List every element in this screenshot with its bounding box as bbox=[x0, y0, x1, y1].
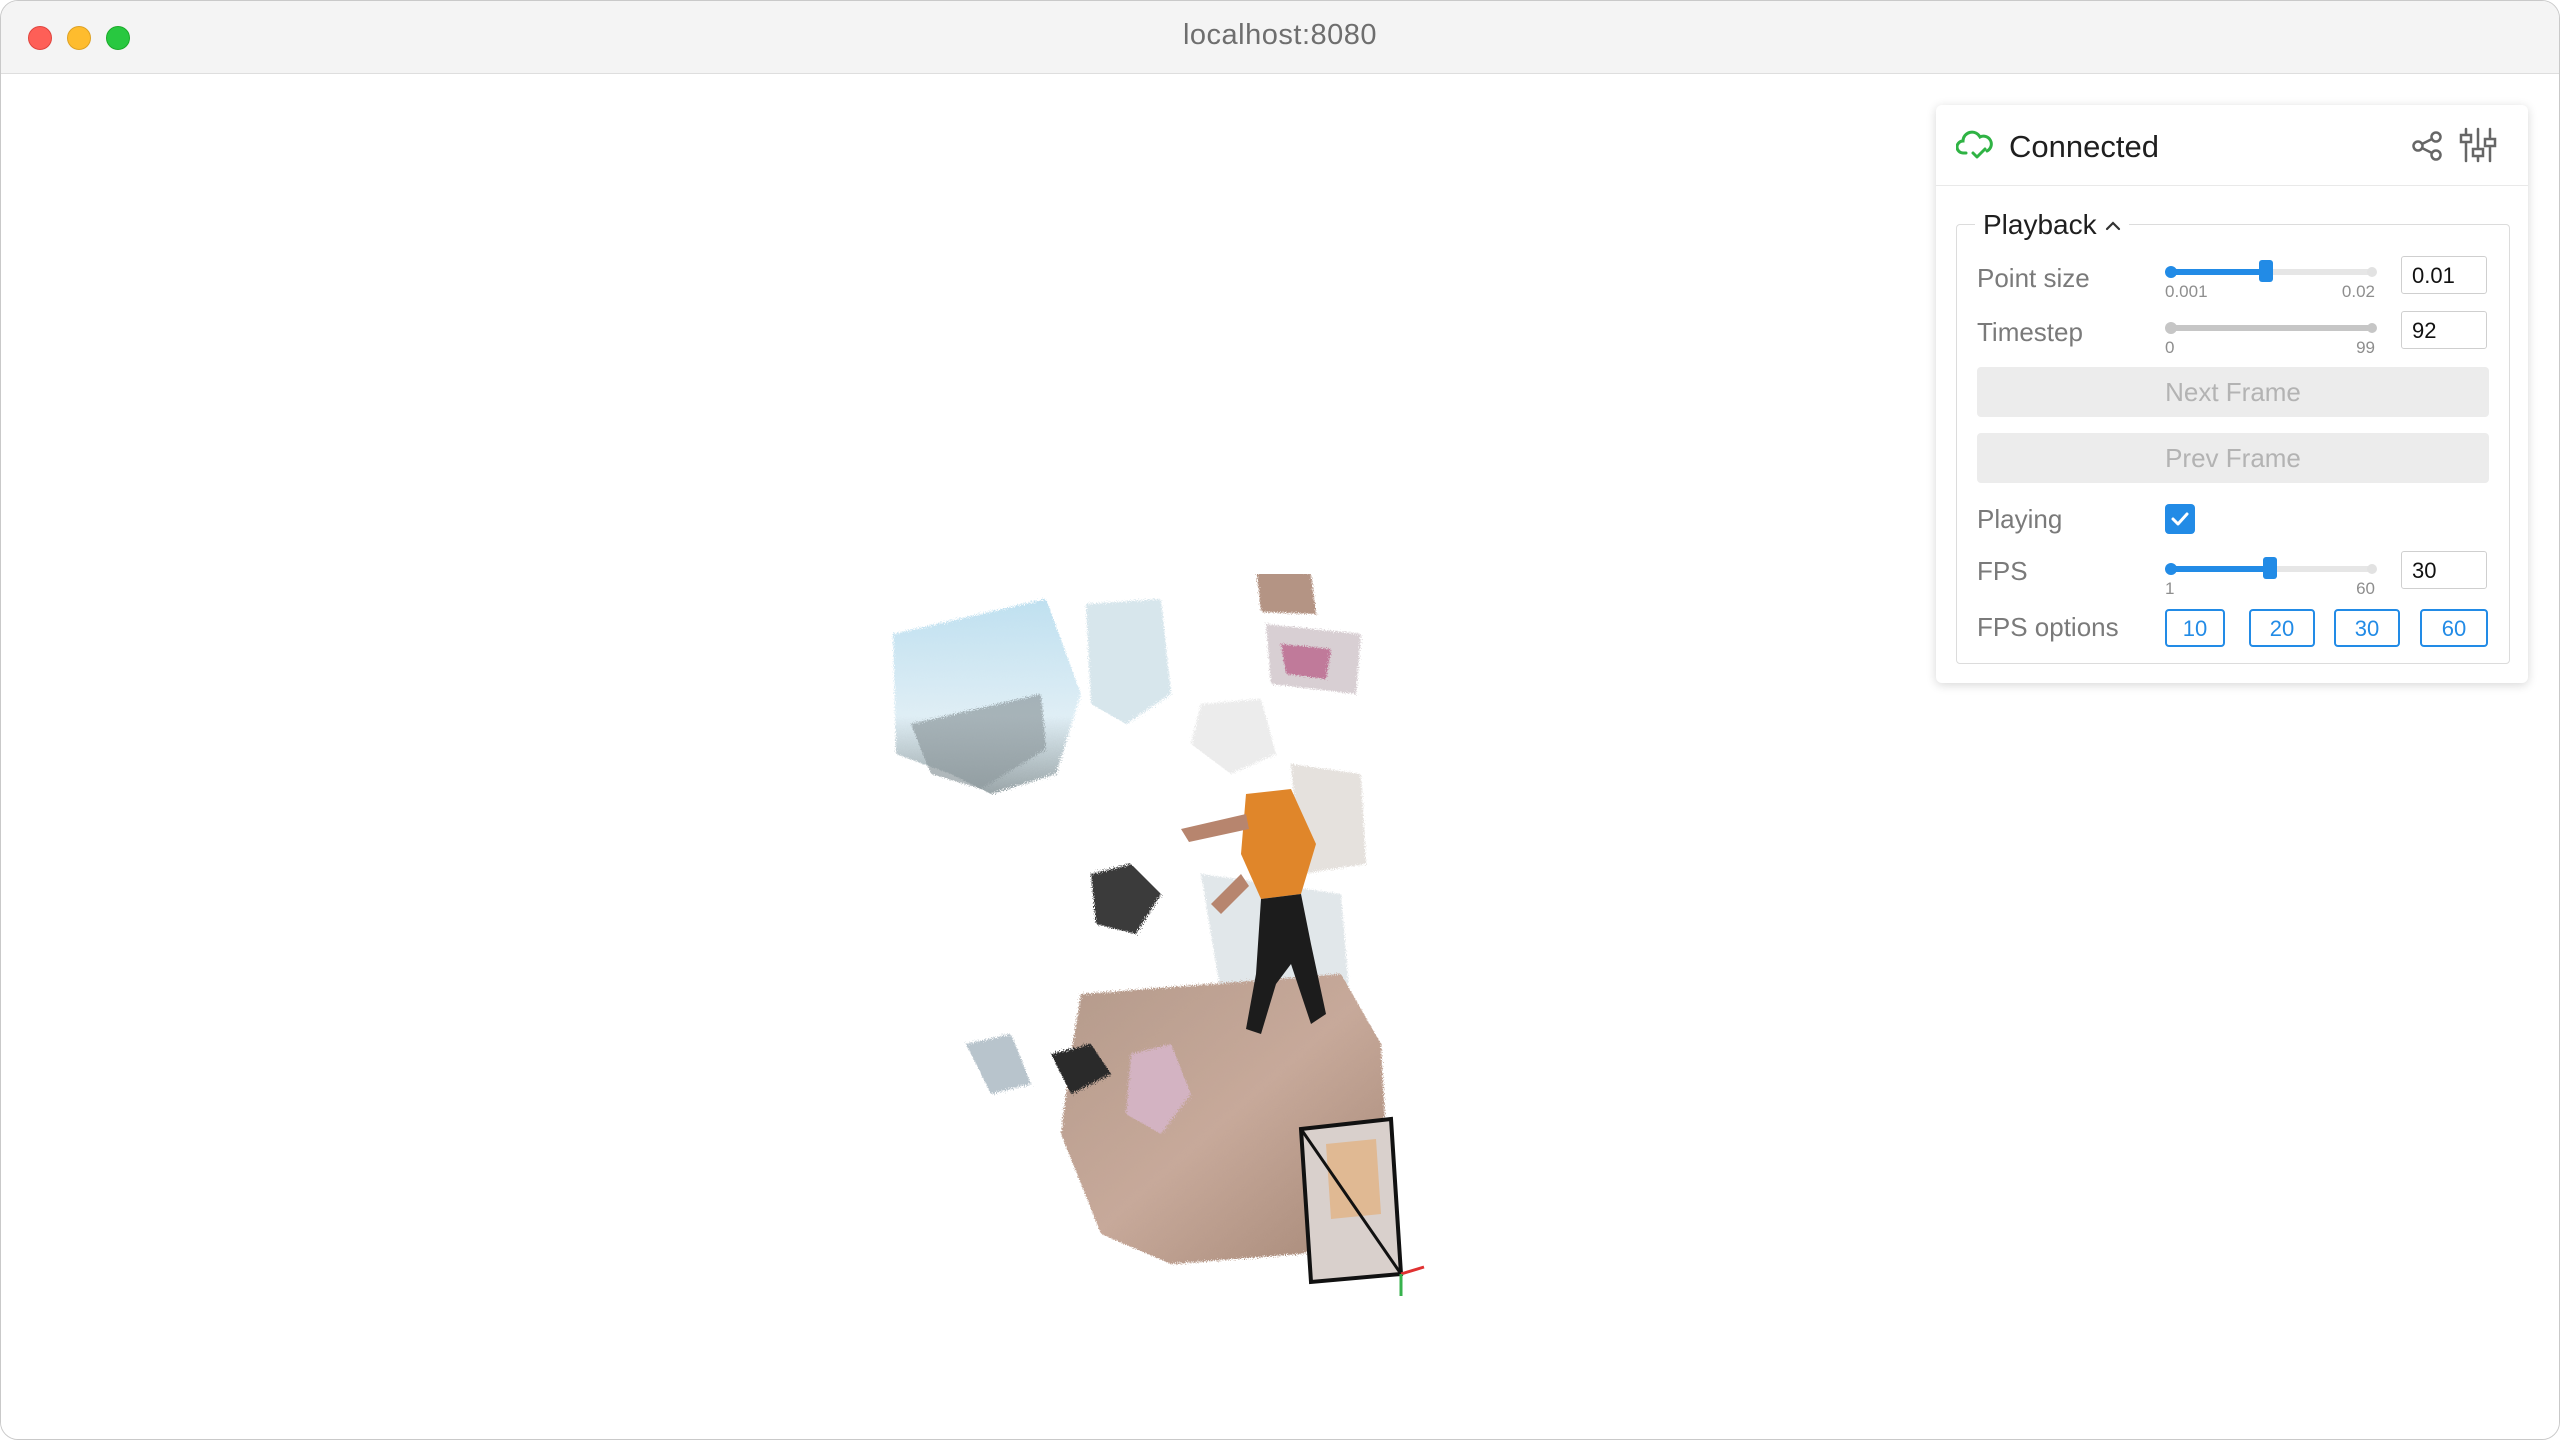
timestep-input[interactable]: 92 bbox=[2401, 311, 2487, 349]
slider-min-label: 0 bbox=[2165, 338, 2175, 357]
playing-checkbox[interactable] bbox=[2165, 504, 2195, 534]
fps-option-10[interactable]: 10 bbox=[2165, 609, 2225, 647]
slider-fill bbox=[2169, 566, 2270, 572]
slider-max-label: 99 bbox=[2356, 338, 2375, 357]
playback-title: Playback bbox=[1983, 209, 2097, 240]
slider-track bbox=[2169, 325, 2375, 331]
slider-start-dot bbox=[2165, 266, 2177, 278]
fps-option-20[interactable]: 20 bbox=[2249, 609, 2315, 647]
control-panel: Connected Playback Point size 0.001 0.02… bbox=[1936, 105, 2528, 683]
slider-min-label: 1 bbox=[2165, 579, 2175, 598]
url-label: localhost:8080 bbox=[1182, 19, 1378, 51]
fps-input[interactable]: 30 bbox=[2401, 551, 2487, 589]
fps-option-30[interactable]: 30 bbox=[2334, 609, 2400, 647]
fps-label: FPS bbox=[1977, 556, 2028, 586]
playing-label: Playing bbox=[1977, 504, 2063, 534]
point-cloud-scene[interactable] bbox=[871, 574, 1441, 1334]
playback-section: Playback Point size 0.001 0.02 0.01 Time… bbox=[1956, 209, 2510, 664]
fps-slider[interactable]: 1 60 bbox=[2165, 557, 2377, 598]
slider-fill bbox=[2169, 269, 2266, 275]
chevron-up-icon bbox=[2105, 221, 2120, 231]
slider-start-dot bbox=[2165, 322, 2177, 334]
title-bar: localhost:8080 bbox=[1, 1, 2559, 74]
checkmark-icon bbox=[2171, 512, 2189, 526]
timestep-slider[interactable]: 0 99 bbox=[2165, 319, 2377, 357]
fps-options-label: FPS options bbox=[1977, 612, 2119, 642]
slider-end-dot bbox=[2367, 564, 2377, 574]
point-size-slider[interactable]: 0.001 0.02 bbox=[2165, 260, 2377, 301]
fps-option-60[interactable]: 60 bbox=[2420, 609, 2488, 647]
slider-max-label: 60 bbox=[2356, 579, 2375, 598]
next-frame-button[interactable]: Next Frame bbox=[1977, 367, 2489, 417]
panel-header: Connected bbox=[1936, 105, 2528, 186]
browser-window: localhost:8080 Connected Playback Point … bbox=[0, 0, 2560, 1440]
slider-min-label: 0.001 bbox=[2165, 282, 2208, 301]
playback-toggle[interactable]: Playback bbox=[1975, 209, 2129, 241]
slider-end-dot bbox=[2367, 267, 2377, 277]
slider-thumb[interactable] bbox=[2262, 557, 2277, 579]
slider-thumb[interactable] bbox=[2258, 260, 2273, 282]
slider-start-dot bbox=[2165, 563, 2177, 575]
timestep-label: Timestep bbox=[1977, 317, 2083, 347]
share-icon[interactable] bbox=[2410, 129, 2444, 163]
slider-max-label: 0.02 bbox=[2341, 282, 2375, 301]
settings-sliders-icon[interactable] bbox=[2458, 125, 2498, 165]
prev-frame-button[interactable]: Prev Frame bbox=[1977, 433, 2489, 483]
connection-status: Connected bbox=[2009, 129, 2159, 164]
camera-frustum bbox=[1298, 1116, 1425, 1296]
point-size-label: Point size bbox=[1977, 263, 2090, 293]
slider-end-dot bbox=[2367, 323, 2377, 333]
cloud-check-icon bbox=[1956, 130, 1993, 159]
point-size-input[interactable]: 0.01 bbox=[2401, 256, 2487, 294]
